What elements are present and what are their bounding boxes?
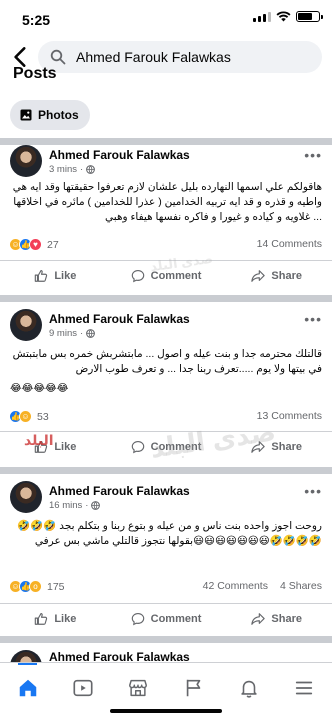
like-label: Like (54, 612, 77, 625)
reaction-summary[interactable]: ☺ 👍 o 175 (9, 580, 65, 593)
post-divider (0, 636, 332, 643)
status-bar: 5:25 (0, 0, 332, 40)
comment-icon (131, 440, 144, 453)
post-text: هاقولكم علي اسمها النهارده بليل علشان لا… (12, 181, 322, 223)
nav-watch[interactable] (55, 663, 110, 720)
like-button[interactable]: Like (0, 261, 111, 290)
engagement-counts[interactable]: 14 Comments (257, 238, 322, 250)
nav-notifications[interactable] (221, 663, 276, 720)
wow-reaction-icon: o (29, 580, 42, 593)
comment-button[interactable]: Comment (111, 604, 222, 633)
thumbs-up-icon (35, 612, 48, 625)
reaction-count: 53 (37, 410, 49, 423)
search-icon (50, 49, 66, 65)
avatar[interactable] (10, 481, 42, 513)
globe-icon (91, 501, 101, 510)
post-author[interactable]: Ahmed Farouk Falawkas (49, 148, 190, 162)
post-divider (0, 467, 332, 474)
avatar[interactable] (10, 145, 42, 177)
search-input[interactable]: Ahmed Farouk Falawkas (38, 41, 322, 73)
meta-dot: · (79, 164, 84, 175)
thumbs-up-icon (35, 269, 48, 282)
share-icon (251, 269, 266, 282)
post-text: قالتلك محترمه جدا و بنت عيله و اصول ... … (12, 348, 322, 375)
post-time: 9 mins (49, 328, 77, 339)
post-actions: Like Comment Share (0, 603, 332, 633)
like-button[interactable]: Like (0, 604, 111, 633)
more-options-icon[interactable]: ••• (304, 311, 322, 327)
post-divider (0, 138, 332, 145)
more-options-icon[interactable]: ••• (304, 147, 322, 163)
menu-icon (296, 681, 313, 695)
more-options-icon[interactable]: ••• (304, 483, 322, 499)
avatar[interactable] (10, 309, 42, 341)
comment-count: 14 Comments (256, 238, 322, 250)
meta-dot: · (79, 328, 84, 339)
home-icon (19, 679, 36, 697)
share-button[interactable]: Share (221, 604, 332, 633)
like-label: Like (54, 269, 77, 282)
share-button[interactable]: Share (221, 261, 332, 290)
status-time: 5:25 (22, 12, 51, 28)
home-indicator (110, 709, 222, 713)
signal-bars-icon (253, 11, 271, 22)
meta-dot: · (85, 500, 89, 511)
bell-icon (241, 680, 257, 698)
comment-icon (131, 612, 144, 625)
watermark-logo: البلد (24, 432, 54, 448)
love-reaction-icon: ♥ (29, 238, 42, 251)
comment-icon (131, 269, 144, 282)
post-meta: 9 mins · (49, 328, 96, 339)
post-emoji-row: 😂😂😂😂😂 (10, 383, 69, 394)
post-text: روحت اجوز واحده بنت ناس و من عيله و بتوع… (17, 520, 322, 547)
post-author[interactable]: Ahmed Farouk Falawkas (49, 484, 190, 498)
comment-count: 42 Comments (202, 580, 268, 592)
share-icon (251, 612, 266, 625)
flag-icon (186, 679, 200, 697)
share-label: Share (271, 612, 302, 625)
post-author[interactable]: Ahmed Farouk Falawkas (49, 312, 190, 326)
reaction-count: 27 (47, 238, 59, 251)
marketplace-icon (129, 679, 148, 697)
globe-icon (86, 165, 96, 174)
video-icon (73, 679, 93, 697)
reaction-summary[interactable]: 👍 ☺ 53 (9, 410, 49, 423)
section-title: Posts (13, 65, 57, 79)
nav-home[interactable] (0, 663, 55, 720)
post-time: 16 mins (49, 500, 83, 511)
photos-chip-label: Photos (38, 108, 79, 122)
share-count: 4 Shares (279, 580, 322, 592)
photo-icon (20, 109, 32, 121)
post-meta: 3 mins · (49, 164, 96, 175)
reaction-count: 175 (47, 580, 65, 593)
wifi-icon (276, 11, 291, 22)
globe-icon (86, 329, 96, 338)
nav-menu[interactable] (277, 663, 332, 720)
search-query: Ahmed Farouk Falawkas (76, 49, 231, 65)
share-label: Share (271, 269, 302, 282)
status-icons (253, 11, 323, 22)
photos-filter-chip[interactable]: Photos (10, 100, 90, 130)
like-button[interactable]: Like (0, 432, 111, 461)
comment-label: Comment (150, 612, 202, 625)
like-label: Like (54, 440, 77, 453)
reaction-summary[interactable]: ☺ 👍 ♥ 27 (9, 238, 59, 251)
post-time: 3 mins (49, 164, 77, 175)
engagement-counts[interactable]: 42 Comments 4 Shares (203, 580, 322, 592)
battery-icon (296, 11, 323, 22)
post-divider (0, 295, 332, 302)
post-card: Ahmed Farouk Falawkas 16 mins · ••• روحت… (0, 481, 332, 636)
haha-reaction-icon: ☺ (19, 410, 32, 423)
post-meta: 16 mins · (49, 500, 101, 511)
